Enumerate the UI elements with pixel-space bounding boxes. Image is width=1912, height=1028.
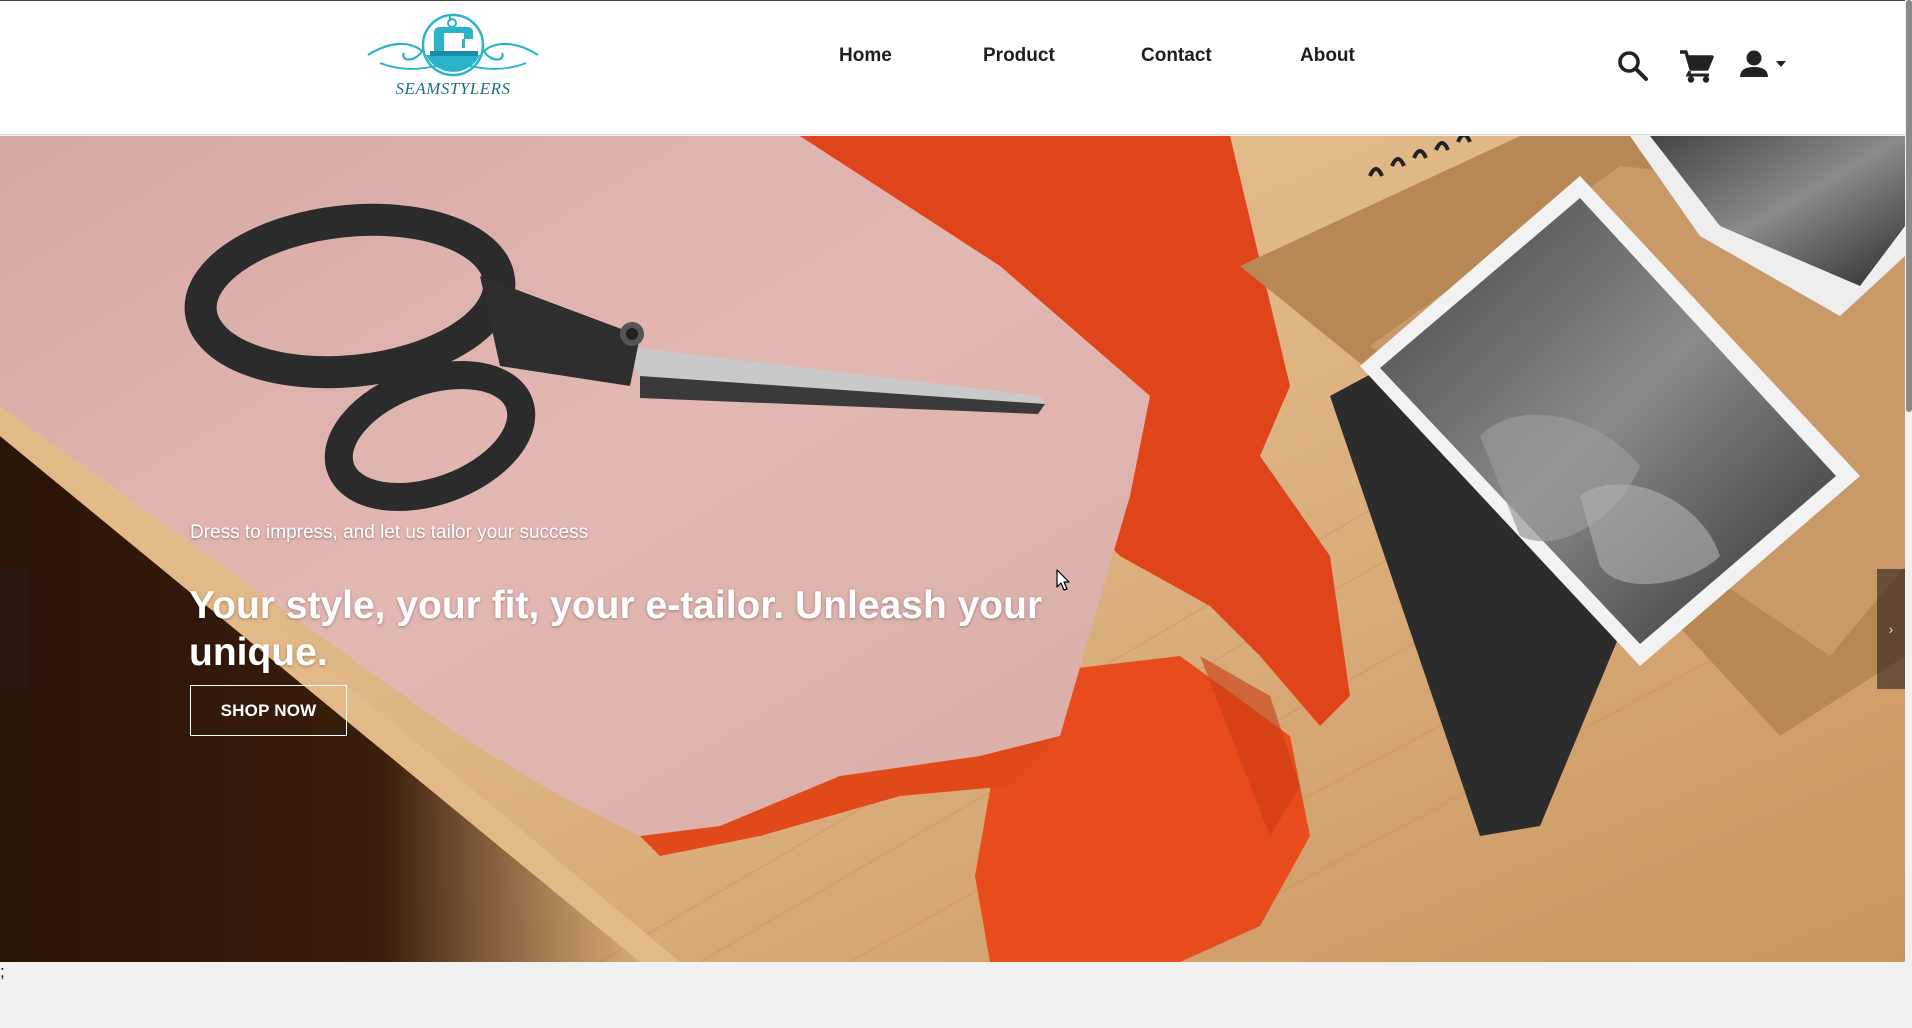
sewing-machine-logo-icon bbox=[367, 13, 539, 77]
nav-contact[interactable]: Contact bbox=[1141, 45, 1212, 67]
brand-logo[interactable]: SEAMSTYLERS bbox=[360, 11, 546, 103]
account-menu-button[interactable] bbox=[1738, 49, 1794, 85]
nav-product[interactable]: Product bbox=[983, 45, 1055, 67]
caret-down-icon bbox=[1776, 61, 1786, 67]
nav-home[interactable]: Home bbox=[839, 45, 892, 67]
hero-carousel: Dress to impress, and let us tailor your… bbox=[0, 136, 1905, 962]
brand-name: SEAMSTYLERS bbox=[395, 79, 511, 98]
navbar: SEAMSTYLERS Home Product Contact About bbox=[0, 1, 1905, 135]
chevron-right-icon: › bbox=[1888, 621, 1894, 637]
hero-subtitle: Dress to impress, and let us tailor your… bbox=[190, 522, 589, 543]
cart-icon bbox=[1680, 50, 1714, 83]
search-button[interactable] bbox=[1616, 49, 1650, 85]
page-scrollbar-thumb[interactable] bbox=[1906, 0, 1912, 412]
cart-button[interactable] bbox=[1678, 49, 1714, 85]
mouse-cursor-icon bbox=[1056, 569, 1070, 591]
search-icon bbox=[1618, 51, 1648, 81]
nav-about[interactable]: About bbox=[1300, 45, 1355, 67]
carousel-next-button[interactable]: › bbox=[1877, 569, 1905, 689]
shop-now-button[interactable]: SHOP NOW bbox=[190, 685, 347, 736]
user-icon bbox=[1740, 50, 1786, 77]
stray-text: ; bbox=[0, 962, 5, 981]
carousel-prev-button[interactable] bbox=[0, 569, 29, 689]
hero-title: Your style, your fit, your e-tailor. Unl… bbox=[189, 584, 1043, 674]
hero-background-image bbox=[0, 136, 1905, 962]
